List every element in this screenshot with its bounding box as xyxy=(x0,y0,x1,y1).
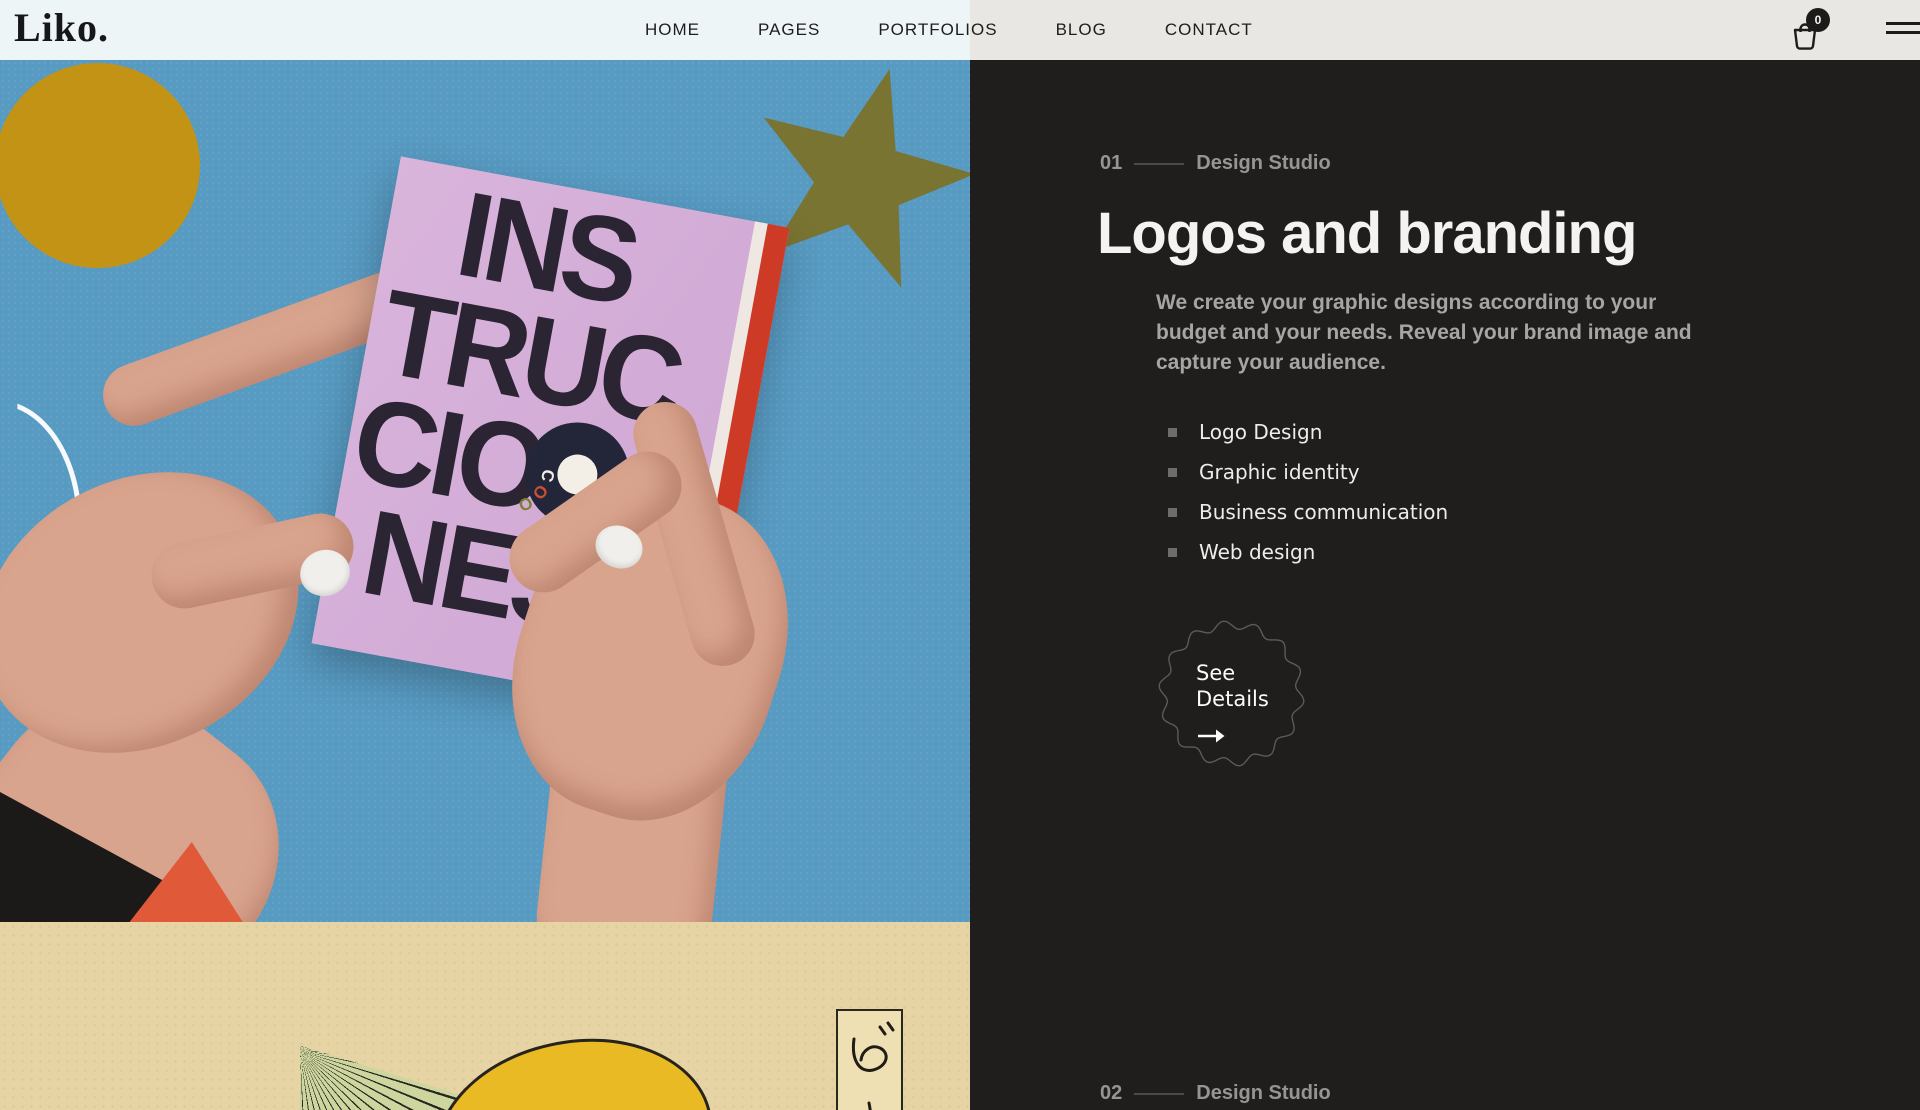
service-item: Graphic identity xyxy=(1168,460,1448,484)
service-label: Graphic identity xyxy=(1199,460,1360,484)
design-studio-panel: 01 Design Studio Logos and branding We c… xyxy=(970,60,1920,1110)
service-item: Web design xyxy=(1168,540,1448,564)
service-item: Business communication xyxy=(1168,500,1448,524)
section-number: 02 xyxy=(1100,1082,1122,1105)
services-list: Logo Design Graphic identity Business co… xyxy=(1168,420,1448,580)
service-label: Web design xyxy=(1199,540,1315,564)
nav-portfolios[interactable]: PORTFOLIOS xyxy=(878,20,997,40)
menu-icon xyxy=(1886,31,1920,34)
nav-pages[interactable]: PAGES xyxy=(758,20,820,40)
cart-count-badge: 0 xyxy=(1806,8,1830,32)
square-bullet-icon xyxy=(1168,428,1177,437)
section-title: Logos and branding xyxy=(1097,200,1636,267)
calligraphy-glyphs xyxy=(838,1011,901,1110)
section-eyebrow: 01 Design Studio xyxy=(1100,152,1331,175)
portfolio-image-column: INS TRUC CIO NES COOPERAPOLY xyxy=(0,60,970,1110)
site-logo[interactable]: Liko. xyxy=(14,4,109,51)
section-label: Design Studio xyxy=(1196,152,1330,175)
main-nav: HOME PAGES PORTFOLIOS BLOG CONTACT xyxy=(645,0,1253,60)
see-details-button[interactable]: See Details xyxy=(1158,620,1305,767)
service-label: Business communication xyxy=(1199,500,1448,524)
site-header: Liko. HOME PAGES PORTFOLIOS BLOG CONTACT… xyxy=(0,0,1920,60)
arrow-right-icon xyxy=(1196,728,1226,744)
square-bullet-icon xyxy=(1168,548,1177,557)
nav-blog[interactable]: BLOG xyxy=(1056,20,1107,40)
japanese-stamp-label xyxy=(836,1009,903,1110)
section-description: We create your graphic designs according… xyxy=(1156,288,1712,378)
eyebrow-rule xyxy=(1134,163,1184,165)
cart-button[interactable]: 0 xyxy=(1790,12,1836,52)
eyebrow-rule xyxy=(1134,1093,1184,1095)
nav-home[interactable]: HOME xyxy=(645,20,700,40)
mustard-circle-shape xyxy=(0,63,200,268)
see-details-label: See Details xyxy=(1196,660,1269,712)
service-label: Logo Design xyxy=(1199,420,1322,444)
section-number: 01 xyxy=(1100,152,1122,175)
menu-icon xyxy=(1886,22,1920,25)
section-label: Design Studio xyxy=(1196,1082,1330,1105)
service-item: Logo Design xyxy=(1168,420,1448,444)
menu-button[interactable] xyxy=(1886,22,1920,38)
second-photo-japanese-print[interactable] xyxy=(0,922,970,1110)
section-eyebrow: 02 Design Studio xyxy=(1100,1082,1331,1105)
square-bullet-icon xyxy=(1168,508,1177,517)
header-actions: 0 xyxy=(1790,0,1920,60)
page: Liko. HOME PAGES PORTFOLIOS BLOG CONTACT… xyxy=(0,0,1920,1110)
nav-contact[interactable]: CONTACT xyxy=(1165,20,1253,40)
square-bullet-icon xyxy=(1168,468,1177,477)
hero-photo-instrucciones-booklet[interactable]: INS TRUC CIO NES COOPERAPOLY xyxy=(0,60,970,922)
